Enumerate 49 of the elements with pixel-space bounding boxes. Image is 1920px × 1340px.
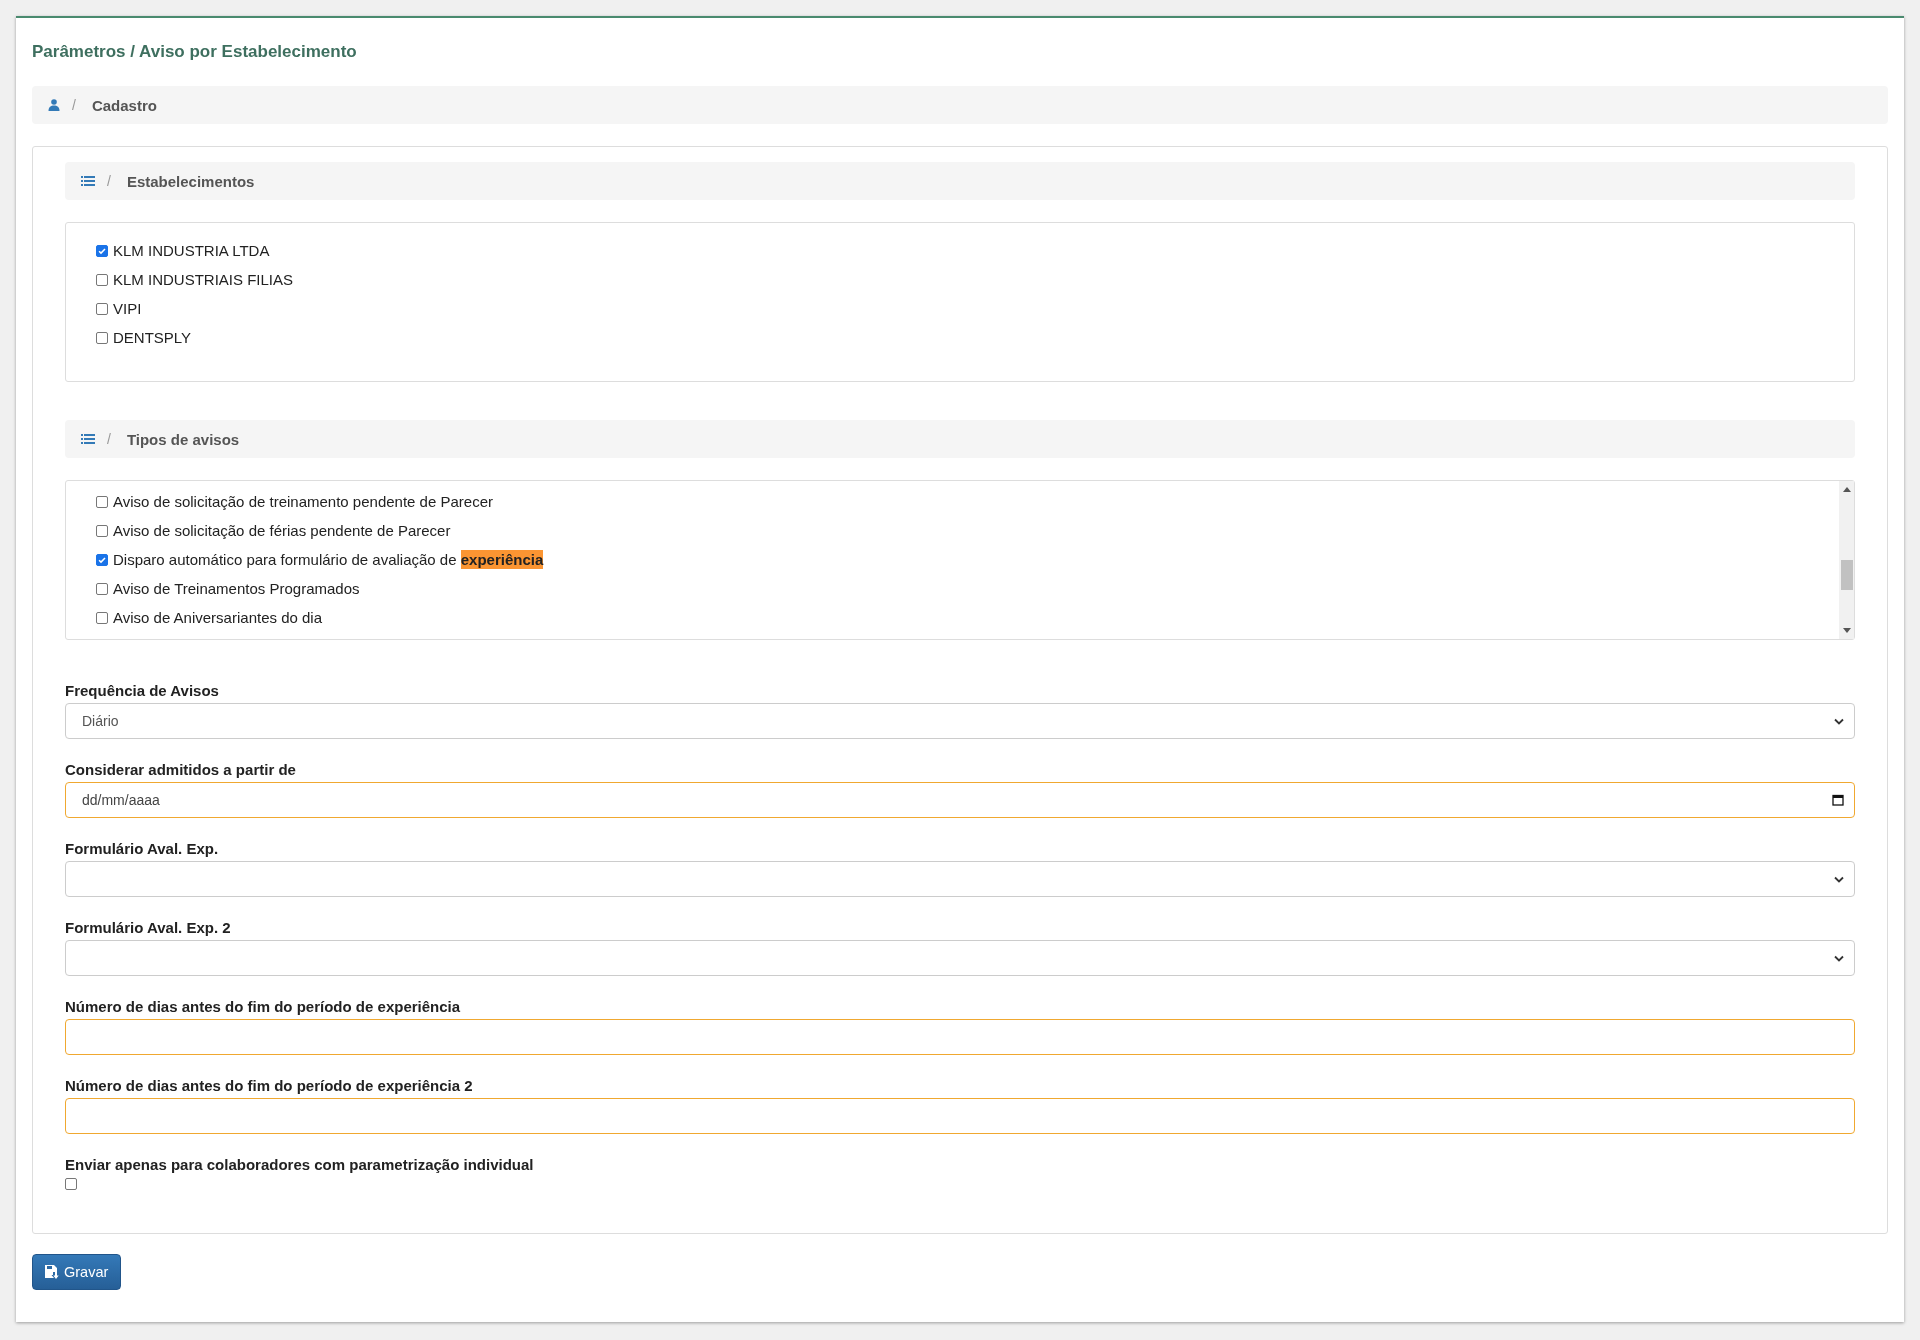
checkbox[interactable] [96,495,108,508]
checkbox-label[interactable]: VIPI [113,300,142,317]
breadcrumb-separator: / [72,97,76,113]
date-field[interactable]: dd/mm/aaaa [65,782,1855,818]
field-label: Formulário Aval. Exp. 2 [65,919,232,936]
checkbox-label[interactable]: DENTSPLY [113,329,192,346]
checkbox[interactable] [96,524,108,537]
checkbox-label[interactable]: Aviso de solicitação de treinamento pendente de Parecer [113,493,493,510]
calendar-icon [1832,794,1844,806]
checkbox[interactable] [96,273,108,286]
checkbox[interactable] [96,331,108,344]
checkbox[interactable] [96,611,108,624]
section-title: Tipos de avisos [126,430,240,448]
field-label: Número de dias antes do fim do período de experiência 2 [65,1077,474,1094]
page-title: Parâmetros / Aviso por Estabelecimento [32,42,358,62]
input-field[interactable] [65,1098,1855,1134]
checkbox-label[interactable]: Aviso de solicitação de férias pendente de Parecer [113,522,451,539]
checkbox[interactable] [96,582,108,595]
dropdown[interactable]: Diário [65,703,1855,739]
scroll-thumb[interactable] [1840,560,1853,590]
section-title: Estabelecimentos [126,172,255,190]
checkbox[interactable] [96,244,108,257]
field-label: Frequência de Avisos [65,682,220,699]
checkbox-label[interactable]: KLM INDUSTRIAIS FILIAS [113,271,294,288]
checkbox[interactable] [65,1178,77,1190]
scroll-up-icon[interactable] [1842,487,1851,492]
field-label: Formulário Aval. Exp. [65,840,220,857]
breadcrumb-separator: / [107,431,111,447]
caret-icon [1834,875,1844,883]
caret-icon [1834,717,1844,725]
field-label: Considerar admitidos a partir de [65,761,297,778]
checkbox[interactable] [96,302,108,315]
caret-icon [1834,954,1844,962]
checkbox-label[interactable]: KLM INDUSTRIA LTDA [113,242,270,259]
checkbox-label[interactable]: Aviso de Aniversariantes do dia [113,609,323,626]
list-icon [81,175,95,187]
user-icon [48,99,60,111]
field-label: Número de dias antes do fim do período de experiência [65,998,462,1015]
list-icon [81,433,95,445]
checkbox-label[interactable]: Aviso de Treinamentos Programados [113,580,360,597]
save-button[interactable]: Gravar [32,1254,122,1290]
scrollbar[interactable] [1839,481,1854,639]
breadcrumb-separator: / [107,173,111,189]
scroll-down-icon[interactable] [1842,628,1851,633]
checkbox[interactable] [96,553,108,566]
field-label: Enviar apenas para colaboradores com parametrização individual [65,1156,535,1173]
save-icon [45,1265,59,1279]
breadcrumb-label: Cadastro [91,96,157,114]
input-field[interactable] [65,1019,1855,1055]
